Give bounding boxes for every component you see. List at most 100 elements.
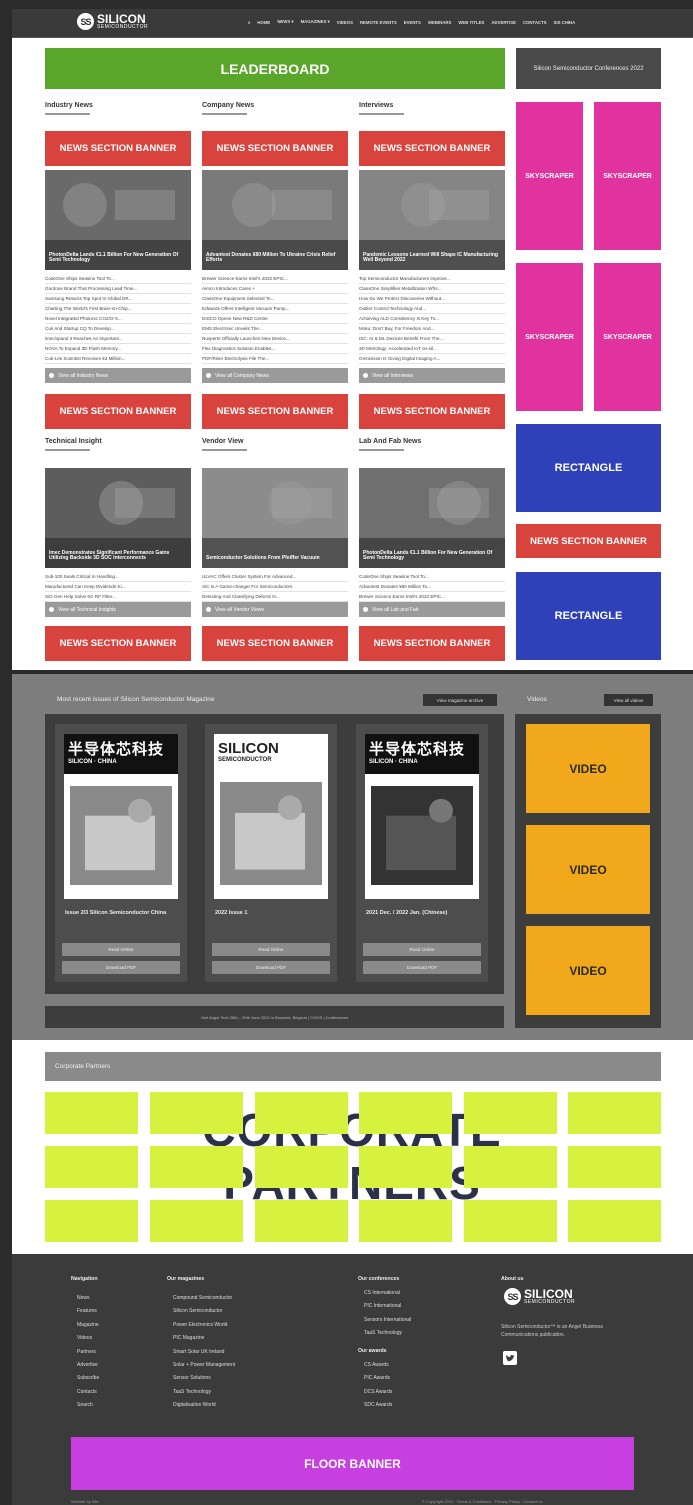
news-link[interactable]: Aimco Introduces Cares + (202, 284, 348, 294)
news-section-banner[interactable]: NEWS SECTION BANNER (45, 394, 191, 429)
partner-logo-slot[interactable] (150, 1200, 243, 1242)
footer-credit[interactable]: Website by Site (71, 1499, 99, 1504)
news-link[interactable]: ULVAC Offers Cluster System For Advanced… (202, 572, 348, 582)
nav-item[interactable]: EVENTS (404, 20, 421, 25)
footer-nav-link[interactable]: Partners (77, 1346, 99, 1359)
footer-conference-link[interactable]: TaaS Technology (364, 1327, 411, 1340)
skyscraper-ad[interactable]: SKYSCRAPER (594, 263, 661, 411)
view-all-link[interactable]: View all Lab and Fab (359, 602, 505, 617)
footer-magazine-link[interactable]: Solar + Power Management (173, 1359, 235, 1372)
footer-nav-link[interactable]: Subscribe (77, 1372, 99, 1385)
partner-logo-slot[interactable] (359, 1092, 452, 1134)
rectangle-ad[interactable]: RECTANGLE (516, 572, 661, 660)
view-all-link[interactable]: View all Company News (202, 368, 348, 383)
magazine-cover[interactable]: SILICON SEMICONDUCTOR (214, 734, 328, 899)
footer-nav-link[interactable]: Magazine (77, 1319, 99, 1332)
footer-nav-link[interactable]: Videos (77, 1332, 99, 1345)
nav-item[interactable]: WEBINARS (428, 20, 451, 25)
footer-nav-link[interactable]: Contacts (77, 1386, 99, 1399)
video-ad[interactable]: VIDEO (526, 926, 650, 1015)
news-section-banner[interactable]: NEWS SECTION BANNER (45, 131, 191, 166)
twitter-icon[interactable] (503, 1351, 517, 1365)
partner-logo-slot[interactable] (359, 1200, 452, 1242)
search-icon[interactable]: ⌕ (248, 20, 250, 25)
news-link[interactable]: Outlier Control Technology And... (359, 304, 505, 314)
news-link[interactable]: Brewer Science Earns Intel's 2022 EPIC..… (359, 592, 505, 602)
magazine-cover[interactable]: 半导体芯科技 SILICON · CHINA (64, 734, 178, 899)
footer-magazine-link[interactable]: Sensor Solutions (173, 1372, 235, 1385)
nav-item[interactable]: MAGAZINES ▾ (301, 19, 330, 25)
view-all-link[interactable]: View all Technical Insights (45, 602, 191, 617)
news-link[interactable]: Edwards Offers Intelligent Vacuum Pump..… (202, 304, 348, 314)
skyscraper-ad[interactable]: SKYSCRAPER (516, 263, 583, 411)
news-section-banner[interactable]: NEWS SECTION BANNER (359, 131, 505, 166)
partner-logo-slot[interactable] (45, 1146, 138, 1188)
leaderboard-ad[interactable]: LEADERBOARD (45, 48, 505, 89)
news-link[interactable]: 3D Metrology: Accelerated IoT on-sil... (359, 344, 505, 354)
partner-logo-slot[interactable] (255, 1200, 348, 1242)
partner-logo-slot[interactable] (568, 1092, 661, 1134)
conference-ad[interactable]: Silicon Semiconductor Conferences 2022 (516, 48, 661, 89)
footer-conference-link[interactable]: CS International (364, 1287, 411, 1300)
news-link[interactable]: ClassOne Simplifies Metallization Wfrs..… (359, 284, 505, 294)
partner-logo-slot[interactable] (45, 1092, 138, 1134)
news-link[interactable]: Achieving ALD Consistency Is Key To... (359, 314, 505, 324)
view-all-link[interactable]: View all Interviews (359, 368, 505, 383)
news-photo[interactable]: Pandemic Lessons Learned Will Shape IC M… (359, 170, 505, 270)
news-link[interactable]: Sub-100 Seals Critical In Handling... (45, 572, 191, 582)
news-link[interactable]: Manufactured Can Keep Dividends Ki... (45, 582, 191, 592)
nav-item[interactable]: WEB TITLES (458, 20, 484, 25)
footer-magazine-link[interactable]: PIC Magazine (173, 1332, 235, 1345)
footer-magazine-link[interactable]: TaaS Technology (173, 1386, 235, 1399)
partner-logo-slot[interactable] (255, 1146, 348, 1188)
footer-magazine-link[interactable]: Compound Semiconductor (173, 1292, 235, 1305)
news-link[interactable]: Samsung Returns Top Spot In Global DR... (45, 294, 191, 304)
partner-logo-slot[interactable] (45, 1200, 138, 1242)
floor-banner-ad[interactable]: FLOOR BANNER (71, 1437, 634, 1490)
news-link[interactable]: DISCO Opens New R&D Centre (202, 314, 348, 324)
news-section-banner[interactable]: NEWS SECTION BANNER (359, 394, 505, 429)
footer-nav-link[interactable]: News (77, 1292, 99, 1305)
download-pdf-button[interactable]: Download PDF (363, 961, 481, 974)
nav-item[interactable]: SIS CHINA (554, 20, 576, 25)
news-link[interactable]: Nuvperts Officially Launches New Device.… (202, 334, 348, 344)
event-promo-bar[interactable]: Visit Angel Tech 28th – 30th June 2022 i… (45, 1006, 504, 1028)
news-link[interactable]: CodeOne Ships Seasine Tool To... (359, 572, 505, 582)
news-link[interactable]: Advantest Donates ¥80 Million To... (359, 582, 505, 592)
partner-logo-slot[interactable] (464, 1200, 557, 1242)
partner-logo-slot[interactable] (150, 1092, 243, 1134)
skyscraper-ad[interactable]: SKYSCRAPER (516, 102, 583, 250)
footer-conference-link[interactable]: PIC International (364, 1300, 411, 1313)
partner-logo-slot[interactable] (150, 1146, 243, 1188)
footer-nav-link[interactable]: Advertise (77, 1359, 99, 1372)
footer-award-link[interactable]: SDC Awards (364, 1399, 392, 1412)
news-link[interactable]: Gordone Brand That Processing Lead Time.… (45, 284, 191, 294)
read-online-button[interactable]: Read Online (363, 943, 481, 956)
magazine-cover[interactable]: 半导体芯科技 SILICON · CHINA (365, 734, 479, 899)
partner-logo-slot[interactable] (568, 1146, 661, 1188)
footer-award-link[interactable]: CS Awards (364, 1359, 392, 1372)
read-online-button[interactable]: Read Online (62, 943, 180, 956)
nav-item[interactable]: REMOTE EVENTS (360, 20, 397, 25)
download-pdf-button[interactable]: Download PDF (62, 961, 180, 974)
news-link[interactable]: Novel Integrated Photonic CO2/O-S... (45, 314, 191, 324)
news-link[interactable]: Top Semiconductor Manufacturers Improve.… (359, 274, 505, 284)
news-link[interactable]: Brewer Science Earns Intel's 2022 EPIC..… (202, 274, 348, 284)
video-ad[interactable]: VIDEO (526, 724, 650, 813)
footer-conference-link[interactable]: Sensors International (364, 1314, 411, 1327)
site-logo[interactable]: SS SILICON SEMICONDUCTOR (77, 13, 148, 30)
read-online-button[interactable]: Read Online (212, 943, 330, 956)
news-photo[interactable]: PhotonDelta Lands €1.1 Billion For New G… (45, 170, 191, 270)
news-link[interactable]: Detecting And Classifying Defects In... (202, 592, 348, 602)
news-link[interactable]: CodeOne Ships Seasine Tool To... (45, 274, 191, 284)
view-all-videos-button[interactable]: View all videos (604, 694, 653, 706)
footer-copyright[interactable]: © Copyright 2022 · Terms & Conditions · … (422, 1499, 542, 1504)
news-link[interactable]: ClassOne Equipment Selected To... (202, 294, 348, 304)
view-all-link[interactable]: View all Industry News (45, 368, 191, 383)
view-all-link[interactable]: View all Vendor Views (202, 602, 348, 617)
view-magazine-archive-button[interactable]: View magazine archive (423, 694, 497, 706)
footer-magazine-link[interactable]: Silicon Semiconductor (173, 1305, 235, 1318)
rectangle-ad[interactable]: RECTANGLE (516, 424, 661, 512)
news-link[interactable]: imec/xpand it Reaches An Important... (45, 334, 191, 344)
news-link[interactable]: Flex Diagnostics Solution Enables... (202, 344, 348, 354)
